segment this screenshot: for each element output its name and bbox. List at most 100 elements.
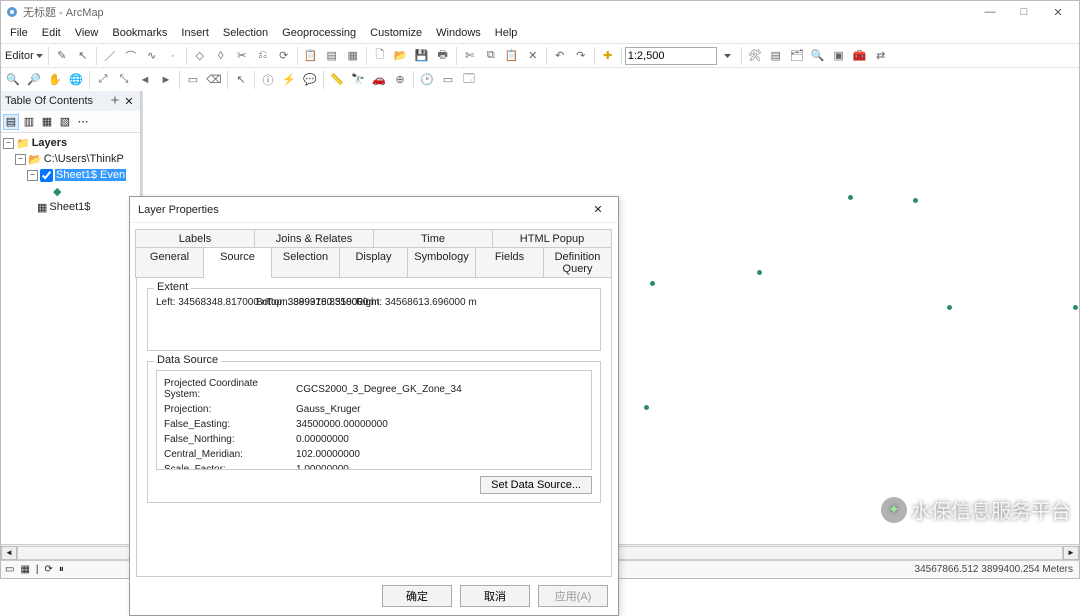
list-by-selection-icon[interactable]: ▧ (57, 114, 73, 130)
undo-icon[interactable]: ↶ (550, 46, 570, 66)
scale-dropdown-icon[interactable] (718, 46, 738, 66)
line-tool-icon[interactable]: ／ (100, 46, 120, 66)
dialog-titlebar[interactable]: Layer Properties ✕ (130, 197, 618, 223)
tab-display[interactable]: Display (339, 247, 408, 278)
new-icon[interactable]: 🗋 (370, 46, 390, 66)
minimize-button[interactable]: — (973, 1, 1007, 23)
datasource-text[interactable]: Projected Coordinate System:CGCS2000_3_D… (156, 370, 592, 470)
redo-icon[interactable]: ↷ (571, 46, 591, 66)
maximize-button[interactable]: □ (1007, 1, 1041, 23)
toc-icon[interactable]: ▤ (766, 46, 786, 66)
scroll-left-icon[interactable]: ◄ (1, 546, 17, 560)
ok-button[interactable]: 确定 (382, 585, 452, 607)
tab-definition-query[interactable]: Definition Query (543, 247, 612, 278)
python-icon[interactable]: ▣ (829, 46, 849, 66)
sketch-props-icon[interactable]: ▤ (322, 46, 342, 66)
toc-close-icon[interactable]: ✕ (122, 95, 136, 108)
select-elements-icon[interactable]: ↖ (231, 70, 251, 90)
edit-tool-icon[interactable]: ✎ (52, 46, 72, 66)
delete-icon[interactable]: ✕ (523, 46, 543, 66)
tree-symbol[interactable]: ◆ (3, 183, 138, 199)
print-icon[interactable]: 🖶 (433, 46, 453, 66)
hyperlink-icon[interactable]: ⚡ (279, 70, 299, 90)
tab-selection[interactable]: Selection (271, 247, 340, 278)
menu-geoprocessing[interactable]: Geoprocessing (275, 25, 363, 41)
menu-file[interactable]: File (3, 25, 35, 41)
model-icon[interactable]: ⇄ (871, 46, 891, 66)
fixed-zoomout-icon[interactable]: ⤡ (114, 70, 134, 90)
pin-icon[interactable] (110, 95, 122, 107)
time-slider-icon[interactable]: 🕑 (417, 70, 437, 90)
menu-windows[interactable]: Windows (429, 25, 488, 41)
fwd-extent-icon[interactable]: ► (156, 70, 176, 90)
rotate-icon[interactable]: ⟳ (274, 46, 294, 66)
zoom-in-icon[interactable]: 🔍 (3, 70, 23, 90)
copy-icon[interactable]: ⧉ (481, 46, 501, 66)
scale-input[interactable] (625, 47, 717, 65)
options-icon[interactable]: ⋯ (75, 114, 91, 130)
editor-dropdown[interactable]: Editor (3, 50, 45, 62)
scroll-right-icon[interactable]: ► (1063, 546, 1079, 560)
back-extent-icon[interactable]: ◄ (135, 70, 155, 90)
catalog-icon[interactable]: 🗂 (787, 46, 807, 66)
arc-tool-icon[interactable]: ⌒ (121, 46, 141, 66)
menu-customize[interactable]: Customize (363, 25, 429, 41)
paste-icon[interactable]: 📋 (502, 46, 522, 66)
list-by-drawing-icon[interactable]: ▤ (3, 114, 19, 130)
goto-xy-icon[interactable]: ⊕ (390, 70, 410, 90)
tree-folder[interactable]: − 📂 C:\Users\ThinkP (3, 151, 138, 167)
layer-visible-checkbox[interactable] (40, 169, 53, 182)
edit-arrow-icon[interactable]: ↖ (73, 46, 93, 66)
menu-bookmarks[interactable]: Bookmarks (105, 25, 174, 41)
close-button[interactable]: ✕ (1041, 1, 1075, 23)
apply-button[interactable]: 应用(A) (538, 585, 608, 607)
menu-help[interactable]: Help (488, 25, 525, 41)
edit-vertices-icon[interactable]: ◇ (190, 46, 210, 66)
list-by-source-icon[interactable]: ▥ (21, 114, 37, 130)
menu-view[interactable]: View (68, 25, 106, 41)
pause-icon[interactable]: ⏸ (59, 564, 64, 575)
split-icon[interactable]: ⎌ (253, 46, 273, 66)
attributes-icon[interactable]: 📋 (301, 46, 321, 66)
tab-joins-relates[interactable]: Joins & Relates (254, 229, 374, 248)
search-icon[interactable]: 🔍 (808, 46, 828, 66)
find-route-icon[interactable]: 🚗 (369, 70, 389, 90)
toolbox-icon[interactable]: 🧰 (850, 46, 870, 66)
find-icon[interactable]: 🔭 (348, 70, 368, 90)
save-icon[interactable]: 💾 (412, 46, 432, 66)
tab-fields[interactable]: Fields (475, 247, 544, 278)
point-tool-icon[interactable]: · (163, 46, 183, 66)
trace-tool-icon[interactable]: ∿ (142, 46, 162, 66)
refresh-icon[interactable]: ⟳ (45, 564, 53, 575)
tree-layer-selected[interactable]: − Sheet1$ Even (3, 167, 138, 183)
dialog-close-button[interactable]: ✕ (586, 200, 610, 220)
menu-selection[interactable]: Selection (216, 25, 275, 41)
measure-icon[interactable]: 📏 (327, 70, 347, 90)
list-by-visibility-icon[interactable]: ▦ (39, 114, 55, 130)
fixed-zoomin-icon[interactable]: ⤢ (93, 70, 113, 90)
clear-sel-icon[interactable]: ⌫ (204, 70, 224, 90)
zoom-out-icon[interactable]: 🔎 (24, 70, 44, 90)
tree-root[interactable]: − 📁 Layers (3, 135, 138, 151)
pan-icon[interactable]: ✋ (45, 70, 65, 90)
cut-poly-icon[interactable]: ✂ (232, 46, 252, 66)
tab-source[interactable]: Source (203, 247, 272, 278)
tab-symbology[interactable]: Symbology (407, 247, 476, 278)
reshape-icon[interactable]: ◊ (211, 46, 231, 66)
cut-icon[interactable]: ✄ (460, 46, 480, 66)
editor-toolbar-icon[interactable]: 🛠 (745, 46, 765, 66)
tab-html-popup[interactable]: HTML Popup (492, 229, 612, 248)
select-features-icon[interactable]: ▭ (183, 70, 203, 90)
tab-general[interactable]: General (135, 247, 204, 278)
tab-labels[interactable]: Labels (135, 229, 255, 248)
full-extent-icon[interactable]: 🌐 (66, 70, 86, 90)
tree-table[interactable]: ▦ Sheet1$ (3, 199, 138, 215)
data-view-icon[interactable]: ▭ (5, 564, 14, 575)
collapse-icon[interactable]: − (15, 154, 26, 165)
open-icon[interactable]: 📂 (391, 46, 411, 66)
collapse-icon[interactable]: − (3, 138, 14, 149)
menu-edit[interactable]: Edit (35, 25, 68, 41)
set-data-source-button[interactable]: Set Data Source... (480, 476, 592, 494)
menu-insert[interactable]: Insert (174, 25, 216, 41)
create-features-icon[interactable]: ▦ (343, 46, 363, 66)
